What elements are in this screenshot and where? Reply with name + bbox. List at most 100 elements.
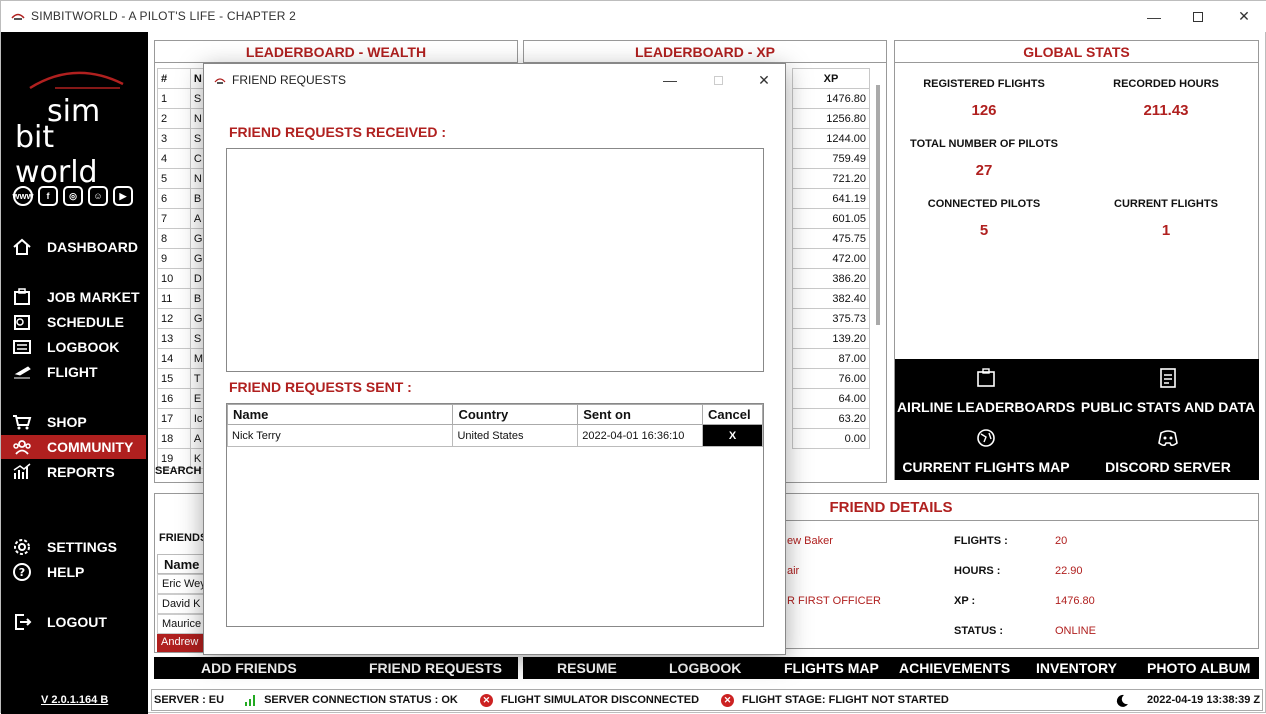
sidebar-item-label: SETTINGS: [47, 539, 118, 555]
column-header-sent-on[interactable]: Sent on: [577, 404, 703, 425]
discord-server-button[interactable]: DISCORD SERVER: [1077, 427, 1259, 475]
friend-xp-value: 1476.80: [1055, 595, 1095, 607]
discord-icon[interactable]: ☺: [88, 186, 108, 206]
flights-map-button[interactable]: FLIGHTS MAP: [784, 660, 879, 676]
sidebar-item-job-market[interactable]: JOB MARKET: [1, 285, 146, 309]
table-row[interactable]: 87.00: [792, 348, 870, 369]
table-row[interactable]: 759.49: [792, 148, 870, 169]
table-row[interactable]: 721.20: [792, 168, 870, 189]
public-stats-button[interactable]: PUBLIC STATS AND DATA: [1077, 367, 1259, 415]
table-row[interactable]: 15 T: [157, 368, 208, 389]
table-row[interactable]: 375.73: [792, 308, 870, 329]
version-label[interactable]: V 2.0.1.164 B: [41, 694, 108, 706]
table-row[interactable]: 12 G: [157, 308, 208, 329]
connected-pilots-label: CONNECTED PILOTS: [927, 198, 1041, 210]
table-row[interactable]: 6B: [157, 188, 208, 209]
table-row[interactable]: 14 M: [157, 348, 208, 369]
connection-status-text: SERVER CONNECTION STATUS : OK: [264, 694, 458, 706]
table-row[interactable]: 63.20: [792, 408, 870, 429]
sidebar-item-logbook[interactable]: LOGBOOK: [1, 335, 146, 359]
column-header-rank[interactable]: #: [157, 68, 191, 89]
sidebar-item-community[interactable]: COMMUNITY: [1, 435, 146, 459]
search-label: SEARCH: [155, 465, 202, 477]
sidebar-item-reports[interactable]: REPORTS: [1, 460, 146, 484]
public-stats-label: PUBLIC STATS AND DATA: [1080, 399, 1256, 415]
table-row[interactable]: 7A: [157, 208, 208, 229]
sidebar-item-logout[interactable]: LOGOUT: [1, 610, 146, 634]
table-row[interactable]: 9G: [157, 248, 208, 269]
column-header-country[interactable]: Country: [452, 404, 579, 425]
sidebar-item-flight[interactable]: FLIGHT: [1, 360, 146, 384]
table-row[interactable]: 1256.80: [792, 108, 870, 129]
photo-album-button[interactable]: PHOTO ALBUM: [1147, 660, 1250, 676]
table-row[interactable]: 1S: [157, 88, 208, 109]
sidebar-item-shop[interactable]: SHOP: [1, 410, 146, 434]
table-row[interactable]: 475.75: [792, 228, 870, 249]
cancel-request-button[interactable]: X: [702, 424, 763, 447]
table-row[interactable]: Nick Terry United States 2022-04-01 16:3…: [226, 424, 763, 447]
discord-icon: [1158, 430, 1178, 447]
current-flights-map-label: CURRENT FLIGHTS MAP: [902, 459, 1070, 475]
sidebar-item-settings[interactable]: SETTINGS: [1, 535, 146, 559]
table-row[interactable]: 4C: [157, 148, 208, 169]
xp-cell: 139.20: [792, 328, 870, 349]
achievements-button[interactable]: ACHIEVEMENTS: [899, 660, 1010, 676]
table-row[interactable]: 641.19: [792, 188, 870, 209]
add-friends-button[interactable]: ADD FRIENDS: [201, 660, 297, 676]
table-row[interactable]: 64.00: [792, 388, 870, 409]
table-row[interactable]: 17 Ic: [157, 408, 208, 429]
logbook-button[interactable]: LOGBOOK: [669, 660, 741, 676]
website-icon[interactable]: www: [13, 186, 34, 206]
friend-action-bar: RESUME LOGBOOK FLIGHTS MAP ACHIEVEMENTS …: [523, 657, 1259, 679]
rank-cell: 2: [157, 108, 191, 129]
column-header-name[interactable]: Name: [226, 404, 454, 425]
rank-cell: 3: [157, 128, 191, 149]
table-row[interactable]: 16 E: [157, 388, 208, 409]
table-row[interactable]: 472.00: [792, 248, 870, 269]
table-row[interactable]: 8G: [157, 228, 208, 249]
minimize-button[interactable]: —: [1131, 1, 1177, 32]
xp-scrollbar[interactable]: [876, 85, 880, 325]
table-row[interactable]: 139.20: [792, 328, 870, 349]
table-row[interactable]: 1244.00: [792, 128, 870, 149]
xp-cell: 472.00: [792, 248, 870, 269]
dialog-minimize-button[interactable]: —: [650, 66, 690, 94]
youtube-icon[interactable]: ▶: [113, 186, 133, 206]
xp-cell: 382.40: [792, 288, 870, 309]
current-flights-map-button[interactable]: CURRENT FLIGHTS MAP: [895, 427, 1077, 475]
chart-icon: [11, 462, 33, 482]
dialog-close-button[interactable]: ✕: [744, 66, 784, 94]
received-requests-list[interactable]: [226, 148, 764, 372]
sidebar-item-help[interactable]: ? HELP: [1, 560, 146, 584]
table-row[interactable]: 76.00: [792, 368, 870, 389]
table-row[interactable]: 18 A: [157, 428, 208, 449]
table-row[interactable]: 386.20: [792, 268, 870, 289]
table-row[interactable]: 11 B: [157, 288, 208, 309]
airline-leaderboards-button[interactable]: AIRLINE LEADERBOARDS: [895, 367, 1077, 415]
instagram-icon[interactable]: ◎: [63, 186, 83, 206]
column-header-cancel[interactable]: Cancel: [702, 404, 763, 425]
airline-leaderboards-label: AIRLINE LEADERBOARDS: [896, 399, 1076, 415]
maximize-button[interactable]: [1175, 1, 1221, 32]
close-button[interactable]: ✕: [1221, 1, 1266, 32]
table-row[interactable]: 3S: [157, 128, 208, 149]
resume-button[interactable]: RESUME: [557, 660, 617, 676]
inventory-button[interactable]: INVENTORY: [1036, 660, 1117, 676]
logo-text-bitworld: bit world: [15, 120, 98, 190]
table-row[interactable]: 10 D: [157, 268, 208, 289]
logout-icon: [11, 612, 33, 632]
friend-requests-button[interactable]: FRIEND REQUESTS: [369, 660, 502, 676]
column-header-xp[interactable]: XP: [792, 68, 870, 89]
sidebar-item-schedule[interactable]: SCHEDULE: [1, 310, 146, 334]
table-row[interactable]: 2N: [157, 108, 208, 129]
rank-cell: 8: [157, 228, 191, 249]
table-row[interactable]: 5N: [157, 168, 208, 189]
table-row[interactable]: 382.40: [792, 288, 870, 309]
facebook-icon[interactable]: f: [38, 186, 58, 206]
table-row[interactable]: 601.05: [792, 208, 870, 229]
table-row[interactable]: 13 S: [157, 328, 208, 349]
sidebar-item-dashboard[interactable]: DASHBOARD: [1, 235, 146, 259]
table-row[interactable]: 1476.80: [792, 88, 870, 109]
table-row[interactable]: 0.00: [792, 428, 870, 449]
friend-hours-label: HOURS :: [954, 565, 1001, 577]
